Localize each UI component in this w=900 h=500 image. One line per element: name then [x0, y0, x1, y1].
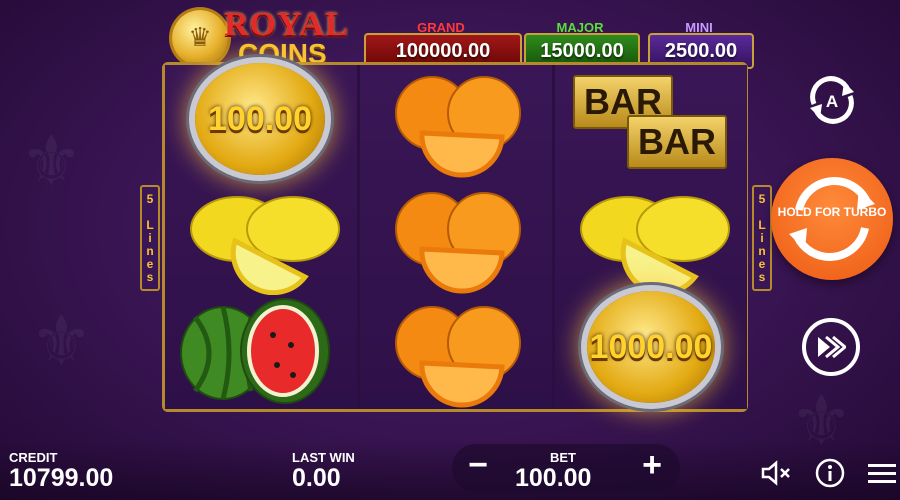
bet-label: BET: [550, 450, 576, 465]
spin-label: HOLD FOR TURBO: [777, 205, 887, 219]
symbol-coin: 1000.00: [555, 291, 747, 409]
last-win-label: LAST WIN: [292, 450, 355, 465]
game-logo: ♛ ROYAL COINS: [172, 6, 357, 69]
symbol-orange: [360, 181, 552, 295]
fleur-decoration: ⚜: [20, 120, 83, 202]
orange-icon: [395, 192, 521, 294]
fleur-decoration: ⚜: [30, 300, 93, 382]
orange-icon: [395, 306, 521, 408]
spin-button[interactable]: HOLD FOR TURBO: [771, 158, 893, 280]
sound-off-icon: [761, 460, 790, 486]
info-icon: [815, 458, 845, 488]
symbol-orange: [360, 65, 552, 179]
reel-1: 100.00: [165, 63, 357, 409]
svg-text:A: A: [826, 92, 838, 111]
bet-increase-button[interactable]: +: [632, 446, 672, 485]
menu-icon: [868, 464, 896, 483]
lines-indicator-right: 5 Lines: [752, 185, 772, 291]
lemon-icon: [580, 196, 730, 296]
symbol-coin: 100.00: [165, 63, 357, 179]
fast-forward-button[interactable]: [802, 318, 860, 376]
coin-value: 1000.00: [589, 327, 713, 366]
bet-decrease-button[interactable]: −: [458, 446, 498, 485]
reel-2: [360, 65, 552, 409]
lines-indicator-left: 5 Lines: [140, 185, 160, 291]
coin-value: 100.00: [208, 99, 312, 138]
watermelon-icon: [180, 298, 330, 404]
symbol-lemon: [165, 181, 357, 296]
last-win-value: 0.00: [292, 464, 341, 492]
lemon-icon: [190, 196, 340, 296]
coin-icon: 1000.00: [587, 291, 715, 403]
autoplay-button[interactable]: A: [800, 74, 864, 126]
bar-icon: BAR: [627, 115, 727, 169]
bet-value: 100.00: [515, 464, 592, 492]
sound-toggle-button[interactable]: [760, 458, 792, 488]
symbol-orange: [360, 295, 552, 409]
credit-value: 10799.00: [9, 464, 114, 492]
orange-icon: [395, 76, 521, 178]
info-button[interactable]: [814, 458, 846, 488]
autoplay-icon: A: [810, 76, 854, 124]
menu-button[interactable]: [866, 458, 898, 488]
reel-3: BAR BAR 1000.00: [555, 65, 747, 409]
symbol-lemon: [555, 181, 747, 296]
credit-label: CREDIT: [9, 450, 58, 465]
fast-forward-icon: [818, 335, 846, 359]
coin-icon: 100.00: [195, 63, 325, 175]
reel-area: 100.00 BAR BAR 1000.00: [162, 62, 748, 412]
symbol-watermelon: [165, 295, 357, 409]
symbol-bar: BAR BAR: [555, 65, 747, 179]
crown-coin-icon: ♛: [172, 10, 228, 66]
